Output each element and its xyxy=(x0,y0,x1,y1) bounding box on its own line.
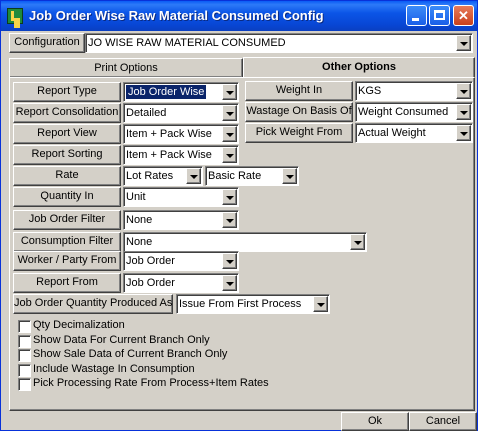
quantity-in-select[interactable]: Unit xyxy=(123,187,239,207)
close-button[interactable]: ✕ xyxy=(453,5,474,26)
report-view-select[interactable]: Item + Pack Wise xyxy=(123,124,239,144)
chevron-down-icon[interactable] xyxy=(456,83,471,99)
wastage-basis-value: Weight Consumed xyxy=(358,106,449,118)
maximize-icon xyxy=(434,10,445,20)
checkbox-label: Include Wastage In Consumption xyxy=(33,363,195,375)
rate-label: Rate xyxy=(13,166,121,186)
chevron-down-icon[interactable] xyxy=(222,147,237,163)
job-order-filter-label: Job Order Filter xyxy=(13,210,121,230)
rate-basis-select[interactable]: Basic Rate xyxy=(205,166,299,186)
quantity-in-value: Unit xyxy=(126,191,146,203)
weight-in-value: KGS xyxy=(358,85,382,97)
title-bar[interactable]: Job Order Wise Raw Material Consumed Con… xyxy=(1,1,477,31)
chevron-down-icon[interactable] xyxy=(222,189,237,205)
chevron-down-icon[interactable] xyxy=(282,168,297,184)
report-sorting-value: Item + Pack Wise xyxy=(126,149,212,161)
chevron-down-icon[interactable] xyxy=(456,125,471,141)
report-type-select[interactable]: Job Order Wise xyxy=(123,82,239,102)
wastage-basis-select[interactable]: Weight Consumed xyxy=(355,102,473,122)
report-type-label: Report Type xyxy=(13,82,121,102)
report-from-select[interactable]: Job Order xyxy=(123,273,239,293)
rate-basis-value: Basic Rate xyxy=(208,170,262,182)
ok-button-label: Ok xyxy=(367,415,383,427)
checkbox-box[interactable] xyxy=(18,335,31,348)
checkbox-box[interactable] xyxy=(18,320,31,333)
report-from-value: Job Order xyxy=(126,277,175,289)
worker-party-from-select[interactable]: Job Order xyxy=(123,251,239,271)
consumption-filter-select[interactable]: None xyxy=(123,232,367,252)
chevron-down-icon[interactable] xyxy=(350,234,365,250)
minimize-icon xyxy=(412,18,419,21)
minimize-button[interactable] xyxy=(406,5,427,26)
configuration-label: Configuration xyxy=(9,33,85,53)
chevron-down-icon[interactable] xyxy=(222,275,237,291)
pick-weight-from-select[interactable]: Actual Weight xyxy=(355,123,473,143)
wastage-basis-label: Wastage On Basis Of xyxy=(245,102,353,122)
worker-party-from-value: Job Order xyxy=(126,255,175,267)
rate-select[interactable]: Lot Rates xyxy=(123,166,203,186)
consumption-filter-label: Consumption Filter xyxy=(13,232,121,252)
chevron-down-icon[interactable] xyxy=(456,104,471,120)
maximize-button[interactable] xyxy=(429,5,450,26)
configuration-value: JO WISE RAW MATERIAL CONSUMED xyxy=(88,37,286,49)
checkbox-label: Pick Processing Rate From Process+Item R… xyxy=(33,377,269,389)
report-from-label: Report From xyxy=(13,273,121,293)
weight-in-label: Weight In xyxy=(245,81,353,101)
job-order-filter-select[interactable]: None xyxy=(123,210,239,230)
report-consolidation-value: Detailed xyxy=(126,107,167,119)
cancel-button-label: Cancel xyxy=(425,415,461,427)
report-view-label: Report View xyxy=(13,124,121,144)
checkbox-box[interactable] xyxy=(18,378,31,391)
chevron-down-icon[interactable] xyxy=(313,296,328,312)
ok-button[interactable]: Ok xyxy=(341,412,409,431)
close-icon: ✕ xyxy=(458,8,469,23)
report-consolidation-select[interactable]: Detailed xyxy=(123,103,239,123)
checkbox-box[interactable] xyxy=(18,364,31,377)
consumption-filter-value: None xyxy=(126,236,153,248)
chevron-down-icon[interactable] xyxy=(222,126,237,142)
config-window: Job Order Wise Raw Material Consumed Con… xyxy=(0,0,478,431)
checkbox-label: Qty Decimalization xyxy=(33,319,125,331)
weight-in-select[interactable]: KGS xyxy=(355,81,473,101)
chevron-down-icon[interactable] xyxy=(222,84,237,100)
checkbox-label: Show Sale Data of Current Branch Only xyxy=(33,348,228,360)
chevron-down-icon[interactable] xyxy=(186,168,201,184)
chevron-down-icon[interactable] xyxy=(222,105,237,121)
tab-other-options[interactable]: Other Options xyxy=(243,57,475,78)
worker-party-from-label: Worker / Party From xyxy=(13,251,121,271)
report-sorting-label: Report Sorting xyxy=(13,145,121,165)
job-order-qty-produced-label: Job Order Quantity Produced As xyxy=(13,294,173,314)
checkbox-label: Show Data For Current Branch Only xyxy=(33,334,210,346)
checkbox-box[interactable] xyxy=(18,349,31,362)
job-order-filter-value: None xyxy=(126,214,153,226)
pick-weight-from-value: Actual Weight xyxy=(358,127,426,139)
app-icon xyxy=(7,8,23,24)
pick-weight-from-label: Pick Weight From xyxy=(245,123,353,143)
chevron-down-icon[interactable] xyxy=(456,35,471,51)
chevron-down-icon[interactable] xyxy=(222,253,237,269)
quantity-in-label: Quantity In xyxy=(13,187,121,207)
window-title: Job Order Wise Raw Material Consumed Con… xyxy=(29,8,324,23)
configuration-select[interactable]: JO WISE RAW MATERIAL CONSUMED xyxy=(85,33,473,53)
cancel-button[interactable]: Cancel xyxy=(409,412,477,431)
report-type-value: Job Order Wise xyxy=(126,85,207,99)
tab-print-options[interactable]: Print Options xyxy=(9,58,243,78)
job-order-qty-produced-select[interactable]: Issue From First Process xyxy=(176,294,330,314)
chevron-down-icon[interactable] xyxy=(222,212,237,228)
report-view-value: Item + Pack Wise xyxy=(126,128,212,140)
job-order-qty-produced-value: Issue From First Process xyxy=(179,298,302,310)
report-sorting-select[interactable]: Item + Pack Wise xyxy=(123,145,239,165)
report-consolidation-label: Report Consolidation xyxy=(13,103,121,123)
rate-value: Lot Rates xyxy=(126,170,174,182)
